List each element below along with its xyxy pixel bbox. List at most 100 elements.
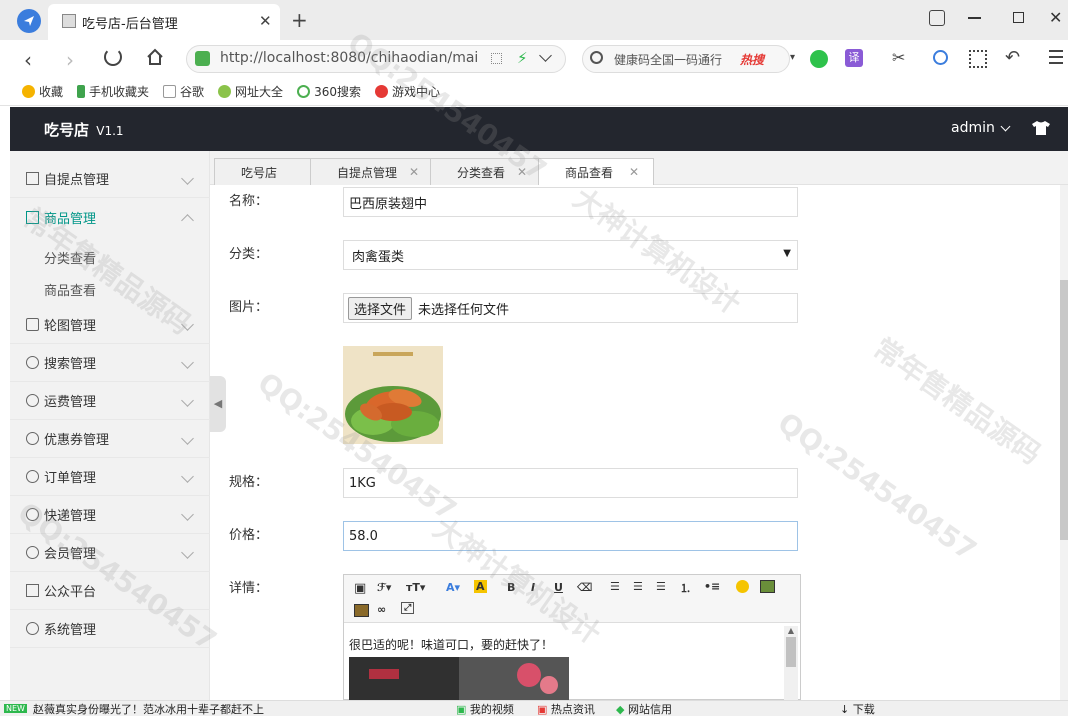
name-input[interactable]: 巴西原装翅中: [343, 187, 798, 217]
undo-icon[interactable]: ↶: [1005, 47, 1020, 68]
emoji-icon[interactable]: [736, 580, 749, 593]
link-icon[interactable]: ∞: [377, 603, 386, 616]
chevron-down-icon: [181, 318, 194, 331]
360-icon: [297, 85, 311, 98]
sidebar-sub-products[interactable]: 商品查看: [44, 280, 96, 299]
user-name: admin: [951, 120, 995, 136]
align-right-icon[interactable]: ☰: [656, 580, 666, 593]
forward-icon[interactable]: ›: [66, 48, 74, 72]
close-icon[interactable]: ✕: [517, 165, 527, 179]
source-icon[interactable]: ▣: [354, 581, 366, 596]
news-ticker[interactable]: 赵薇真实身份曝光了！范冰冰用十辈子都赶不上: [33, 701, 279, 716]
my-video-link[interactable]: ▣ 我的视频: [456, 701, 514, 716]
ordered-list-icon[interactable]: ⒈: [680, 580, 691, 596]
tab-pickup[interactable]: 自提点管理 ✕: [310, 158, 434, 185]
scroll-up-icon[interactable]: ▲: [784, 626, 798, 635]
sidebar-sub-category[interactable]: 分类查看: [44, 248, 96, 267]
fullscreen-icon[interactable]: ⤢: [401, 602, 415, 614]
sidebar-collapse-handle[interactable]: ◀: [210, 376, 226, 432]
tab-home[interactable]: 吃号店: [214, 158, 314, 185]
sidebar-item-search[interactable]: 搜索管理: [10, 344, 210, 382]
highlight-icon[interactable]: A: [474, 580, 487, 593]
minimize-icon[interactable]: [968, 17, 981, 19]
page-scroll-thumb[interactable]: [1060, 280, 1068, 540]
close-icon[interactable]: ✕: [409, 165, 419, 179]
back-icon[interactable]: ‹: [24, 48, 32, 72]
underline-icon[interactable]: U: [554, 581, 563, 594]
skin-icon[interactable]: [929, 10, 945, 26]
tab-category[interactable]: 分类查看 ✕: [430, 158, 542, 185]
spec-input[interactable]: 1KG: [343, 468, 798, 498]
bookmark-google[interactable]: 谷歌: [163, 83, 204, 100]
choose-file-button[interactable]: 选择文件: [348, 296, 413, 320]
sidebar-item-public-platform[interactable]: 公众平台: [10, 572, 210, 610]
price-input[interactable]: 58.0: [343, 521, 798, 551]
detail-text: 很巴适的呢！味道可口，要的赶快了！: [349, 638, 554, 652]
scroll-thumb[interactable]: [786, 637, 796, 667]
font-family-icon[interactable]: ℱ▾: [377, 581, 391, 594]
watermark-text: 常年售精品源码: [867, 331, 1047, 471]
browser-back-history-icon[interactable]: [17, 9, 41, 33]
grid-icon: [26, 172, 39, 185]
site-trust-link[interactable]: ◆ 网站信用: [616, 701, 672, 716]
tab-products[interactable]: 商品查看 ✕: [538, 158, 654, 185]
font-size-icon[interactable]: тT▾: [406, 581, 425, 594]
home-icon[interactable]: [145, 47, 165, 67]
search-icon[interactable]: [590, 51, 603, 64]
secure-shield-icon: [195, 51, 210, 66]
sidebar-item-orders[interactable]: 订单管理: [10, 458, 210, 496]
align-center-icon[interactable]: ☰: [633, 580, 643, 593]
insert-media-icon[interactable]: [354, 604, 369, 617]
hot-search-badge: 热搜: [740, 53, 765, 67]
sidebar-item-pickup[interactable]: 自提点管理: [10, 160, 210, 198]
insert-image-icon[interactable]: [760, 580, 775, 593]
page-icon: [163, 85, 177, 98]
page-scrollbar[interactable]: [1060, 185, 1068, 700]
bold-icon[interactable]: B: [507, 581, 515, 594]
reload-icon[interactable]: [104, 48, 122, 66]
maximize-icon[interactable]: [1013, 12, 1024, 23]
magnifier-tool-icon[interactable]: [933, 50, 948, 65]
editor-scrollbar[interactable]: ▲: [784, 626, 798, 700]
italic-icon[interactable]: I: [531, 581, 535, 594]
category-select[interactable]: 肉禽蛋类 ▼: [343, 240, 798, 270]
sidebar-item-system[interactable]: 系统管理: [10, 610, 210, 648]
new-tab-icon[interactable]: +: [291, 8, 308, 32]
scissors-icon[interactable]: ✂: [892, 48, 905, 67]
qr-icon[interactable]: [491, 53, 502, 64]
bookmarks-bar: 收藏 手机收藏夹 谷歌 网址大全 360搜索 游戏中心: [0, 78, 1068, 106]
bookmark-360-search[interactable]: 360搜索: [297, 83, 361, 100]
menu-icon[interactable]: [1049, 50, 1063, 64]
sidebar-item-coupons[interactable]: 优惠券管理: [10, 420, 210, 458]
image-label: 图片：: [229, 300, 269, 315]
download-link[interactable]: ↓ 下载: [840, 701, 875, 716]
sidebar-item-shipping-fee[interactable]: 运费管理: [10, 382, 210, 420]
sidebar-item-products[interactable]: 商品管理: [10, 198, 210, 236]
tab-close-icon[interactable]: ✕: [259, 12, 272, 30]
search-dropdown-icon[interactable]: ▾: [790, 52, 795, 63]
wechat-icon[interactable]: [810, 50, 828, 68]
unordered-list-icon[interactable]: •≡: [704, 580, 720, 593]
theme-shirt-icon[interactable]: [1032, 121, 1050, 135]
file-input[interactable]: 选择文件 未选择任何文件: [343, 293, 798, 323]
chevron-down-icon: [181, 432, 194, 445]
close-icon[interactable]: ✕: [629, 165, 639, 179]
price-label: 价格：: [229, 528, 269, 543]
close-window-icon[interactable]: ✕: [1049, 8, 1062, 27]
font-color-icon[interactable]: A▾: [446, 581, 460, 594]
bookmark-favorites[interactable]: 收藏: [22, 83, 63, 100]
sidebar-item-carousel[interactable]: 轮图管理: [10, 306, 210, 344]
bookmark-mobile[interactable]: 手机收藏夹: [77, 83, 149, 100]
sidebar-item-express[interactable]: 快递管理: [10, 496, 210, 534]
detail-label: 详情：: [229, 581, 269, 596]
grid-apps-icon[interactable]: [969, 50, 987, 68]
bookmark-directory[interactable]: 网址大全: [218, 83, 283, 100]
align-left-icon[interactable]: ☰: [610, 580, 620, 593]
bookmark-games[interactable]: 游戏中心: [374, 83, 440, 100]
hot-news-link[interactable]: ▣ 热点资讯: [537, 701, 595, 716]
sidebar-item-members[interactable]: 会员管理: [10, 534, 210, 572]
lightning-icon[interactable]: ⚡: [517, 49, 528, 67]
user-menu[interactable]: admin: [951, 120, 1011, 136]
eraser-icon[interactable]: ⌫: [577, 581, 593, 594]
translate-icon[interactable]: 译: [845, 49, 863, 67]
